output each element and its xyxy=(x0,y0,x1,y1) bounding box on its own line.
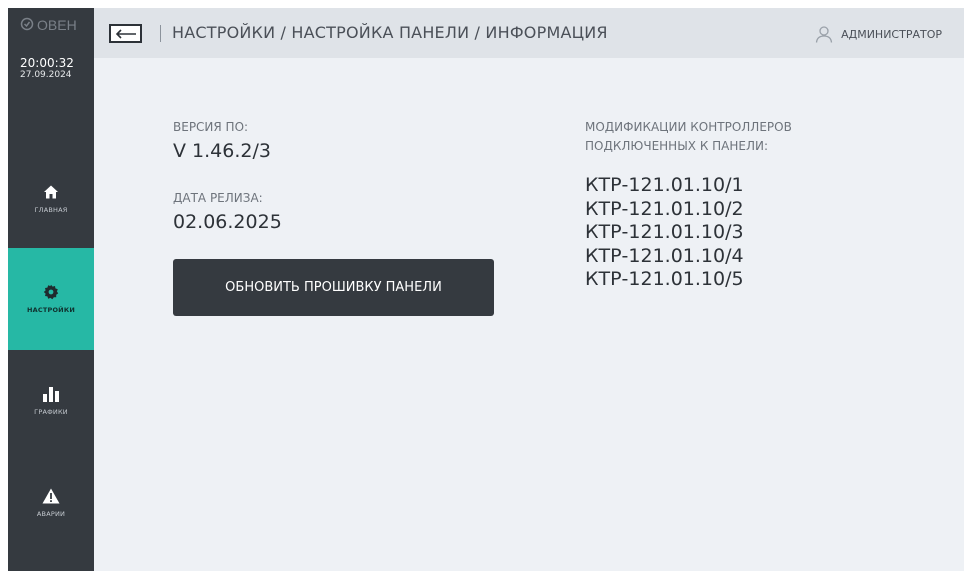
user-icon xyxy=(815,26,833,43)
sidebar-item-home[interactable]: ГЛАВНАЯ xyxy=(8,148,94,250)
list-item: КТР-121.01.10/5 xyxy=(585,268,744,290)
sidebar-item-settings[interactable]: НАСТРОЙКИ xyxy=(8,248,94,350)
version-label: ВЕРСИЯ ПО: xyxy=(173,120,249,134)
clock: 20:00:32 27.09.2024 xyxy=(20,56,74,81)
sidebar-item-alarms[interactable]: АВАРИИ xyxy=(8,452,94,554)
controller-list: КТР-121.01.10/1 КТР-121.01.10/2 КТР-121.… xyxy=(585,174,744,292)
clock-date: 27.09.2024 xyxy=(20,70,72,80)
warning-icon xyxy=(42,488,60,504)
release-date-value: 02.06.2025 xyxy=(173,211,282,233)
user-account[interactable]: АДМИНИСТРАТОР xyxy=(815,25,942,43)
owen-logo-icon xyxy=(20,17,34,31)
sidebar-item-label: ГРАФИКИ xyxy=(34,408,68,416)
list-item: КТР-121.01.10/2 xyxy=(585,197,744,220)
bar-chart-icon xyxy=(43,387,59,402)
release-date-label: ДАТА РЕЛИЗА: xyxy=(173,191,263,205)
user-name: АДМИНИСТРАТОР xyxy=(841,27,942,41)
breadcrumb: НАСТРОЙКИ / НАСТРОЙКА ПАНЕЛИ / ИНФОРМАЦИ… xyxy=(172,23,608,42)
controllers-label-line2: ПОДКЛЮЧЕННЫХ К ПАНЕЛИ: xyxy=(585,139,769,153)
back-button[interactable] xyxy=(109,24,142,43)
sidebar-item-charts[interactable]: ГРАФИКИ xyxy=(8,350,94,452)
logo-text: ОВЕН xyxy=(37,17,77,33)
list-item: КТР-121.01.10/1 xyxy=(585,174,744,196)
header: НАСТРОЙКИ / НАСТРОЙКА ПАНЕЛИ / ИНФОРМАЦИ… xyxy=(94,8,964,58)
header-divider xyxy=(160,25,161,42)
list-item: КТР-121.01.10/4 xyxy=(585,244,744,267)
list-item: КТР-121.01.10/3 xyxy=(585,221,744,243)
app-frame: ОВЕН 20:00:32 27.09.2024 ГЛАВНАЯ НАСТРОЙ… xyxy=(8,8,964,571)
version-value: V 1.46.2/3 xyxy=(173,140,271,162)
gear-icon xyxy=(43,284,59,300)
home-icon xyxy=(44,185,58,199)
update-firmware-button[interactable]: ОБНОВИТЬ ПРОШИВКУ ПАНЕЛИ xyxy=(173,259,494,316)
sidebar: ОВЕН 20:00:32 27.09.2024 ГЛАВНАЯ НАСТРОЙ… xyxy=(8,8,94,571)
controllers-label: МОДИФИКАЦИИ КОНТРОЛЛЕРОВ ПОДКЛЮЧЕННЫХ К … xyxy=(585,118,792,156)
sidebar-item-label: ГЛАВНАЯ xyxy=(34,206,68,214)
brand-logo: ОВЕН xyxy=(8,8,94,54)
controllers-label-line1: МОДИФИКАЦИИ КОНТРОЛЛЕРОВ xyxy=(585,120,792,134)
sidebar-item-label: НАСТРОЙКИ xyxy=(27,306,75,314)
arrow-left-icon xyxy=(115,28,136,39)
clock-time: 20:00:32 xyxy=(20,56,74,70)
sidebar-item-label: АВАРИИ xyxy=(36,510,66,518)
